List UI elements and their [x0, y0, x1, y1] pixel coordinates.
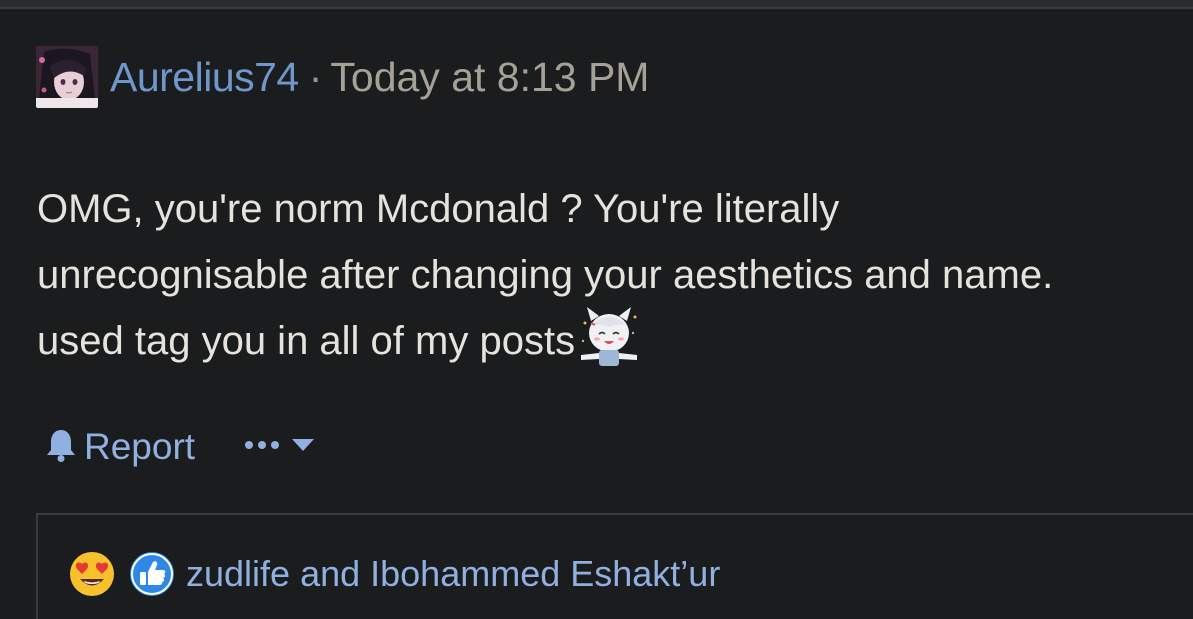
heart-eyes-emoji-icon — [68, 550, 116, 598]
post-header: Aurelius74 · Today at 8:13 PM — [36, 44, 649, 110]
thumbs-up-icon — [128, 550, 176, 598]
post-body-line-3: used tag you in all of my posts — [37, 307, 1193, 374]
anime-girl-sticker-icon — [573, 303, 643, 373]
caret-down-icon — [291, 438, 315, 457]
ellipsis-icon — [243, 438, 283, 456]
post-page: Aurelius74 · Today at 8:13 PM OMG, you'r… — [0, 0, 1193, 619]
bell-icon — [44, 427, 78, 468]
reactions-row[interactable]: zudlife and Ibohammed Eshakt’ur — [68, 549, 720, 599]
username-link[interactable]: Aurelius74 — [110, 54, 299, 101]
post-body-line: used tag you in all of my posts — [37, 319, 576, 363]
header-separator: · — [308, 53, 323, 100]
user-avatar[interactable] — [36, 46, 98, 108]
report-button[interactable]: Report — [44, 426, 195, 468]
post-body: OMG, you're norm Mcdonald ? You're liter… — [37, 176, 1193, 374]
reaction-users-link[interactable]: zudlife and Ibohammed Eshakt’ur — [186, 553, 720, 595]
avatar-image — [36, 46, 98, 108]
more-options-button[interactable] — [243, 438, 315, 457]
post-timestamp[interactable]: Today at 8:13 PM — [330, 54, 649, 101]
post-body-line: unrecognisable after changing your aesth… — [37, 253, 1054, 297]
post-body-line: OMG, you're norm Mcdonald ? You're liter… — [37, 187, 840, 231]
top-divider — [0, 0, 1193, 9]
report-label: Report — [84, 426, 196, 467]
post-actions: Report — [44, 422, 315, 472]
